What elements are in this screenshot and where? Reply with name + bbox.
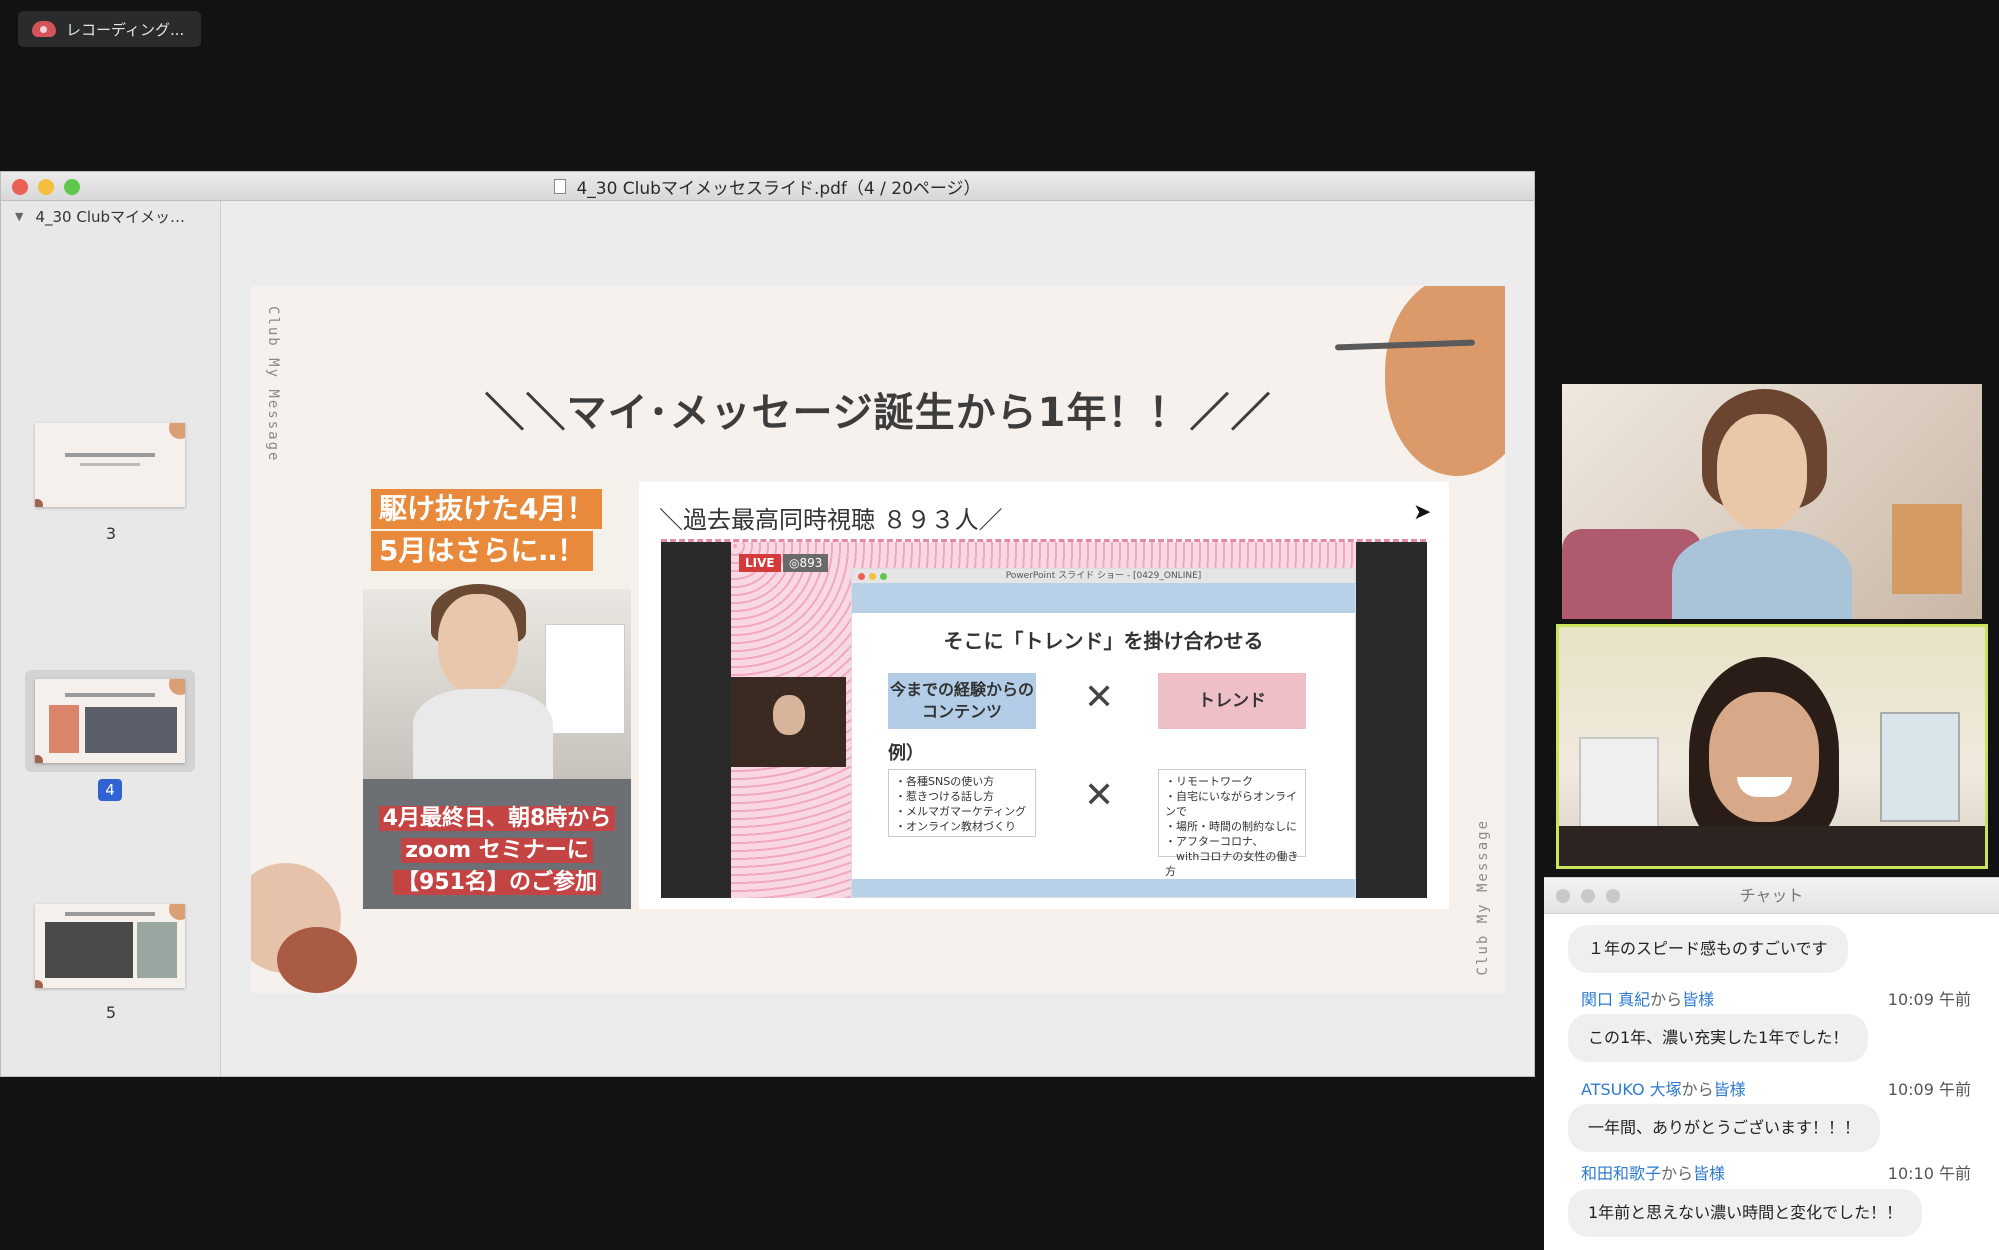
peak-viewers-title: ＼過去最高同時視聴 ８９３人／ [659, 506, 1003, 534]
page-number-5: 5 [105, 1003, 117, 1022]
presenter-photo [438, 594, 518, 694]
decorative-blob-bottom-dark [277, 927, 357, 993]
participant-video-1[interactable] [1562, 384, 1982, 619]
ppt-titlebar: PowerPoint スライド ショー - [0429_ONLINE] [852, 569, 1355, 583]
chat-message-bubble: 1年前と思えない濃い時間と変化でした！！ [1568, 1189, 1923, 1237]
viewer-count-badge: ◎893 [783, 554, 829, 572]
left-bottom-line-2: zoom セミナーに [401, 838, 593, 863]
pdf-document-icon [554, 178, 567, 194]
slide-right-card: ＼過去最高同時視聴 ８９３人／ LIVE ◎893 PowerPoint スライ… [639, 482, 1449, 909]
chat-titlebar[interactable]: チャット [1544, 878, 1999, 914]
page-number-3: 3 [105, 524, 117, 543]
chat-message-header: 関口 真紀から皆様 10:09 午前 [1581, 986, 1971, 1010]
slide-side-text-right: Club My Message [1475, 818, 1491, 975]
page-thumbnail-5[interactable] [35, 904, 185, 988]
disclosure-triangle-icon[interactable]: ▼ [15, 210, 23, 223]
slide-page: Club My Message Club My Message ＼＼マイ･メッセ… [251, 286, 1505, 993]
thumbnail-sidebar: ▼ 4_30 Clubマイメッ… 3 4 5 6 [1, 201, 221, 1076]
chat-to-label: から [1661, 1164, 1694, 1183]
chat-title: チャット [1739, 886, 1804, 905]
page-thumbnail-3[interactable] [35, 423, 185, 507]
window-controls [12, 179, 80, 195]
multiply-icon-2: ✕ [1084, 775, 1115, 816]
chat-recipient[interactable]: 皆様 [1682, 990, 1714, 1009]
chat-minimize-button[interactable] [1581, 889, 1595, 903]
chat-sender[interactable]: 関口 真紀 [1581, 990, 1650, 1009]
laptop-screen-image [545, 624, 625, 734]
chat-message-bubble: この1年、濃い充実した1年でした！ [1568, 1014, 1869, 1062]
chat-to-label: から [1650, 990, 1683, 1009]
ppt-heading: そこに「トレンド」を掛け合わせる [943, 629, 1264, 653]
left-bottom-line-3: 【951名】のご参加 [393, 870, 601, 895]
livestream-screenshot: LIVE ◎893 PowerPoint スライド ショー - [0429_ON… [661, 542, 1427, 898]
chat-to-label: から [1681, 1080, 1714, 1099]
minimize-window-button[interactable] [38, 179, 54, 195]
chat-window-controls [1556, 889, 1620, 903]
chat-close-button[interactable] [1556, 889, 1570, 903]
ppt-title: PowerPoint スライド ショー - [0429_ONLINE] [1005, 571, 1202, 581]
participant-video-2-active-speaker[interactable] [1556, 624, 1988, 869]
ppt-example-label: 例） [888, 743, 924, 764]
powerpoint-slide: PowerPoint スライド ショー - [0429_ONLINE] そこに「… [851, 568, 1356, 898]
close-window-button[interactable] [12, 179, 28, 195]
chat-message-bubble: １年のスピード感ものすごいです [1568, 925, 1848, 973]
slide-title: ＼＼マイ･メッセージ誕生から1年！！／／ [484, 390, 1272, 436]
ppt-list-right: ・リモートワーク ・自宅にいながらオンラインで ・場所・時間の制約なしに ・アフ… [1158, 769, 1306, 878]
slide-left-card: 駆け抜けた4月！ 5月はさらに‥！ 4月最終日、朝8時から zoom セミナーに… [363, 479, 631, 909]
left-headline-1: 駆け抜けた4月！ [371, 489, 603, 529]
chat-sender[interactable]: 和田和歌子 [1581, 1164, 1661, 1183]
page-thumbnail-4[interactable] [35, 679, 185, 763]
sidebar-document-name: 4_30 Clubマイメッ… [35, 207, 186, 226]
ppt-box-trend: トレンド [1158, 673, 1306, 729]
pdf-window-title: 4_30 Clubマイメッセスライド.pdf（4 / 20ページ） [576, 178, 981, 199]
chat-time: 10:09 午前 [1887, 990, 1971, 1009]
zoom-window-button[interactable] [64, 179, 80, 195]
recording-badge[interactable]: レコーディング... [18, 11, 201, 47]
ppt-list-left: ・各種SNSの使い方 ・惹きつける話し方 ・メルマガマーケティング ・オンライン… [888, 769, 1036, 837]
chat-zoom-button[interactable] [1606, 889, 1620, 903]
chat-recipient[interactable]: 皆様 [1693, 1164, 1725, 1183]
chat-message-header: 和田和歌子から皆様 10:10 午前 [1581, 1160, 1971, 1184]
chat-message-bubble: 一年間、ありがとうございます！！！ [1568, 1104, 1881, 1152]
chat-sender[interactable]: ATSUKO 大塚 [1581, 1080, 1682, 1099]
chat-time: 10:09 午前 [1887, 1080, 1971, 1099]
chat-recipient[interactable]: 皆様 [1714, 1080, 1746, 1099]
chat-time: 10:10 午前 [1887, 1164, 1971, 1183]
cloud-recording-icon [32, 21, 56, 37]
sidebar-header[interactable]: ▼ 4_30 Clubマイメッ… [1, 201, 220, 231]
left-headline-2: 5月はさらに‥！ [371, 531, 594, 571]
multiply-icon: ✕ [1084, 677, 1115, 718]
left-bottom-line-1: 4月最終日、朝8時から [378, 806, 616, 831]
webcam-inset [731, 677, 846, 767]
recording-label: レコーディング... [66, 20, 185, 39]
chat-window: チャット １年のスピード感ものすごいです 関口 真紀から皆様 10:09 午前 … [1544, 877, 1999, 1250]
chat-message-header: ATSUKO 大塚から皆様 10:09 午前 [1581, 1076, 1971, 1100]
page-number-4-selected: 4 [98, 779, 122, 801]
ppt-box-experience: 今までの経験からの コンテンツ [888, 673, 1036, 729]
mouse-cursor-icon: ➤ [1413, 500, 1432, 525]
chat-messages[interactable]: １年のスピード感ものすごいです 関口 真紀から皆様 10:09 午前 この1年、… [1544, 915, 1999, 1250]
left-bottom-text: 4月最終日、朝8時から zoom セミナーに 【951名】のご参加 [363, 803, 631, 899]
live-badge: LIVE [739, 554, 781, 572]
pdf-titlebar[interactable]: 4_30 Clubマイメッセスライド.pdf（4 / 20ページ） [1, 172, 1534, 201]
